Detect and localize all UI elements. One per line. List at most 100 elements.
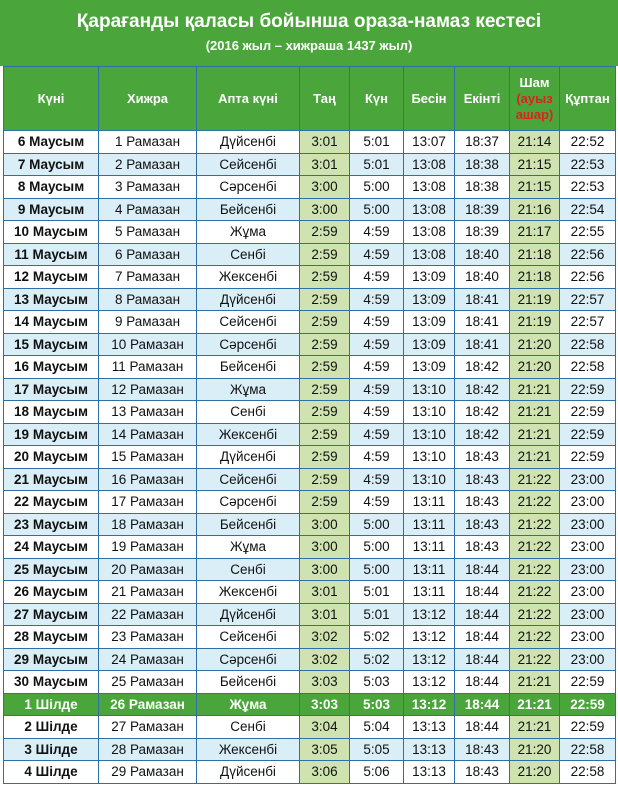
sunrise-cell: 5:01 (349, 152, 404, 176)
weekday-cell: Жексенбі (196, 265, 300, 289)
asr-cell: 18:39 (454, 220, 510, 244)
maghrib-cell: 21:19 (509, 287, 560, 311)
hijri-cell: 23 Рамазан (98, 625, 197, 649)
fajr-cell: 2:59 (299, 377, 350, 401)
maghrib-cell: 21:22 (509, 467, 560, 491)
hijri-cell: 5 Рамазан (98, 220, 197, 244)
dhuhr-cell: 13:08 (403, 197, 455, 221)
sunrise-cell: 4:59 (349, 332, 404, 356)
isha-cell: 22:57 (559, 287, 616, 311)
hijri-cell: 18 Рамазан (98, 512, 197, 536)
hijri-cell: 20 Рамазан (98, 557, 197, 581)
isha-cell: 22:55 (559, 220, 616, 244)
header-maghrib-note-1: (ауыз (516, 90, 553, 106)
isha-cell: 23:00 (559, 602, 616, 626)
weekday-cell: Бейсенбі (196, 512, 300, 536)
hijri-cell: 19 Рамазан (98, 535, 197, 559)
day-cell: 22 Маусым (3, 490, 99, 514)
weekday-cell: Сенбі (196, 557, 300, 581)
dhuhr-cell: 13:10 (403, 422, 455, 446)
day-cell: 12 Маусым (3, 265, 99, 289)
table-row: 26 Маусым 21 Рамазан Жексенбі 3:01 5:01 13:11… (3, 580, 616, 604)
fajr-cell: 3:02 (299, 625, 350, 649)
hijri-cell: 10 Рамазан (98, 332, 197, 356)
header-hijri: Хижра (98, 66, 197, 131)
dhuhr-cell: 13:12 (403, 692, 455, 716)
day-cell: 1 Шілде (3, 692, 99, 716)
maghrib-cell: 21:22 (509, 490, 560, 514)
hijri-cell: 27 Рамазан (98, 715, 197, 739)
fajr-cell: 2:59 (299, 467, 350, 491)
table-row: 30 Маусым 25 Рамазан Бейсенбі 3:03 5:03 13:12… (3, 670, 616, 694)
maghrib-cell: 21:18 (509, 265, 560, 289)
hijri-cell: 25 Рамазан (98, 670, 197, 694)
fajr-cell: 2:59 (299, 445, 350, 469)
table-row: 23 Маусым 18 Рамазан Бейсенбі 3:00 5:00 13:11… (3, 512, 616, 536)
sunrise-cell: 5:01 (349, 602, 404, 626)
sunrise-cell: 5:02 (349, 647, 404, 671)
dhuhr-cell: 13:11 (403, 490, 455, 514)
day-cell: 28 Маусым (3, 625, 99, 649)
weekday-cell: Бейсенбі (196, 670, 300, 694)
hijri-cell: 11 Рамазан (98, 355, 197, 379)
header-sunrise: Күн (349, 66, 404, 131)
maghrib-cell: 21:15 (509, 152, 560, 176)
dhuhr-cell: 13:10 (403, 400, 455, 424)
dhuhr-cell: 13:11 (403, 557, 455, 581)
asr-cell: 18:43 (454, 467, 510, 491)
sunrise-cell: 5:02 (349, 625, 404, 649)
fajr-cell: 2:59 (299, 400, 350, 424)
header-maghrib-note-2: ашар) (515, 106, 554, 122)
isha-cell: 22:59 (559, 692, 616, 716)
weekday-cell: Бейсенбі (196, 197, 300, 221)
sunrise-cell: 4:59 (349, 242, 404, 266)
isha-cell: 22:58 (559, 760, 616, 784)
isha-cell: 22:58 (559, 355, 616, 379)
fajr-cell: 3:06 (299, 760, 350, 784)
maghrib-cell: 21:22 (509, 625, 560, 649)
dhuhr-cell: 13:09 (403, 310, 455, 334)
sunrise-cell: 5:05 (349, 737, 404, 761)
maghrib-cell: 21:21 (509, 445, 560, 469)
hijri-cell: 14 Рамазан (98, 422, 197, 446)
table-row: 7 Маусым 2 Рамазан Сейсенбі 3:01 5:01 13:08 18… (3, 152, 616, 176)
weekday-cell: Сейсенбі (196, 152, 300, 176)
fajr-cell: 3:00 (299, 197, 350, 221)
maghrib-cell: 21:21 (509, 692, 560, 716)
maghrib-cell: 21:15 (509, 175, 560, 199)
fajr-cell: 2:59 (299, 422, 350, 446)
maghrib-cell: 21:21 (509, 422, 560, 446)
table-row: 24 Маусым 19 Рамазан Жұма 3:00 5:00 13:11 18:4… (3, 535, 616, 559)
weekday-cell: Сәрсенбі (196, 332, 300, 356)
hijri-cell: 1 Рамазан (98, 130, 197, 154)
hijri-cell: 15 Рамазан (98, 445, 197, 469)
fajr-cell: 3:02 (299, 647, 350, 671)
asr-cell: 18:44 (454, 557, 510, 581)
weekday-cell: Сенбі (196, 400, 300, 424)
day-cell: 26 Маусым (3, 580, 99, 604)
dhuhr-cell: 13:07 (403, 130, 455, 154)
maghrib-cell: 21:14 (509, 130, 560, 154)
hijri-cell: 6 Рамазан (98, 242, 197, 266)
weekday-cell: Сенбі (196, 242, 300, 266)
table-row: 8 Маусым 3 Рамазан Сәрсенбі 3:00 5:00 13:08 18… (3, 175, 616, 199)
table-row: 3 Шілде 28 Рамазан Жексенбі 3:05 5:05 13:13 18… (3, 737, 616, 761)
weekday-cell: Сенбі (196, 715, 300, 739)
maghrib-cell: 21:17 (509, 220, 560, 244)
asr-cell: 18:44 (454, 647, 510, 671)
header-dhuhr: Бесін (403, 66, 455, 131)
isha-cell: 22:59 (559, 715, 616, 739)
sunrise-cell: 4:59 (349, 490, 404, 514)
dhuhr-cell: 13:12 (403, 602, 455, 626)
sunrise-cell: 5:00 (349, 535, 404, 559)
sunrise-cell: 5:03 (349, 692, 404, 716)
table-row: 16 Маусым 11 Рамазан Бейсенбі 2:59 4:59 13:09… (3, 355, 616, 379)
asr-cell: 18:43 (454, 760, 510, 784)
title-banner: Қарағанды қаласы бойынша ораза-намаз кес… (0, 0, 618, 66)
weekday-cell: Сәрсенбі (196, 490, 300, 514)
table-row: 28 Маусым 23 Рамазан Сейсенбі 3:02 5:02 13:12… (3, 625, 616, 649)
table-body: 6 Маусым 1 Рамазан Дүйсенбі 3:01 5:01 13:07 18… (3, 130, 616, 784)
weekday-cell: Жұма (196, 535, 300, 559)
dhuhr-cell: 13:08 (403, 220, 455, 244)
dhuhr-cell: 13:10 (403, 467, 455, 491)
